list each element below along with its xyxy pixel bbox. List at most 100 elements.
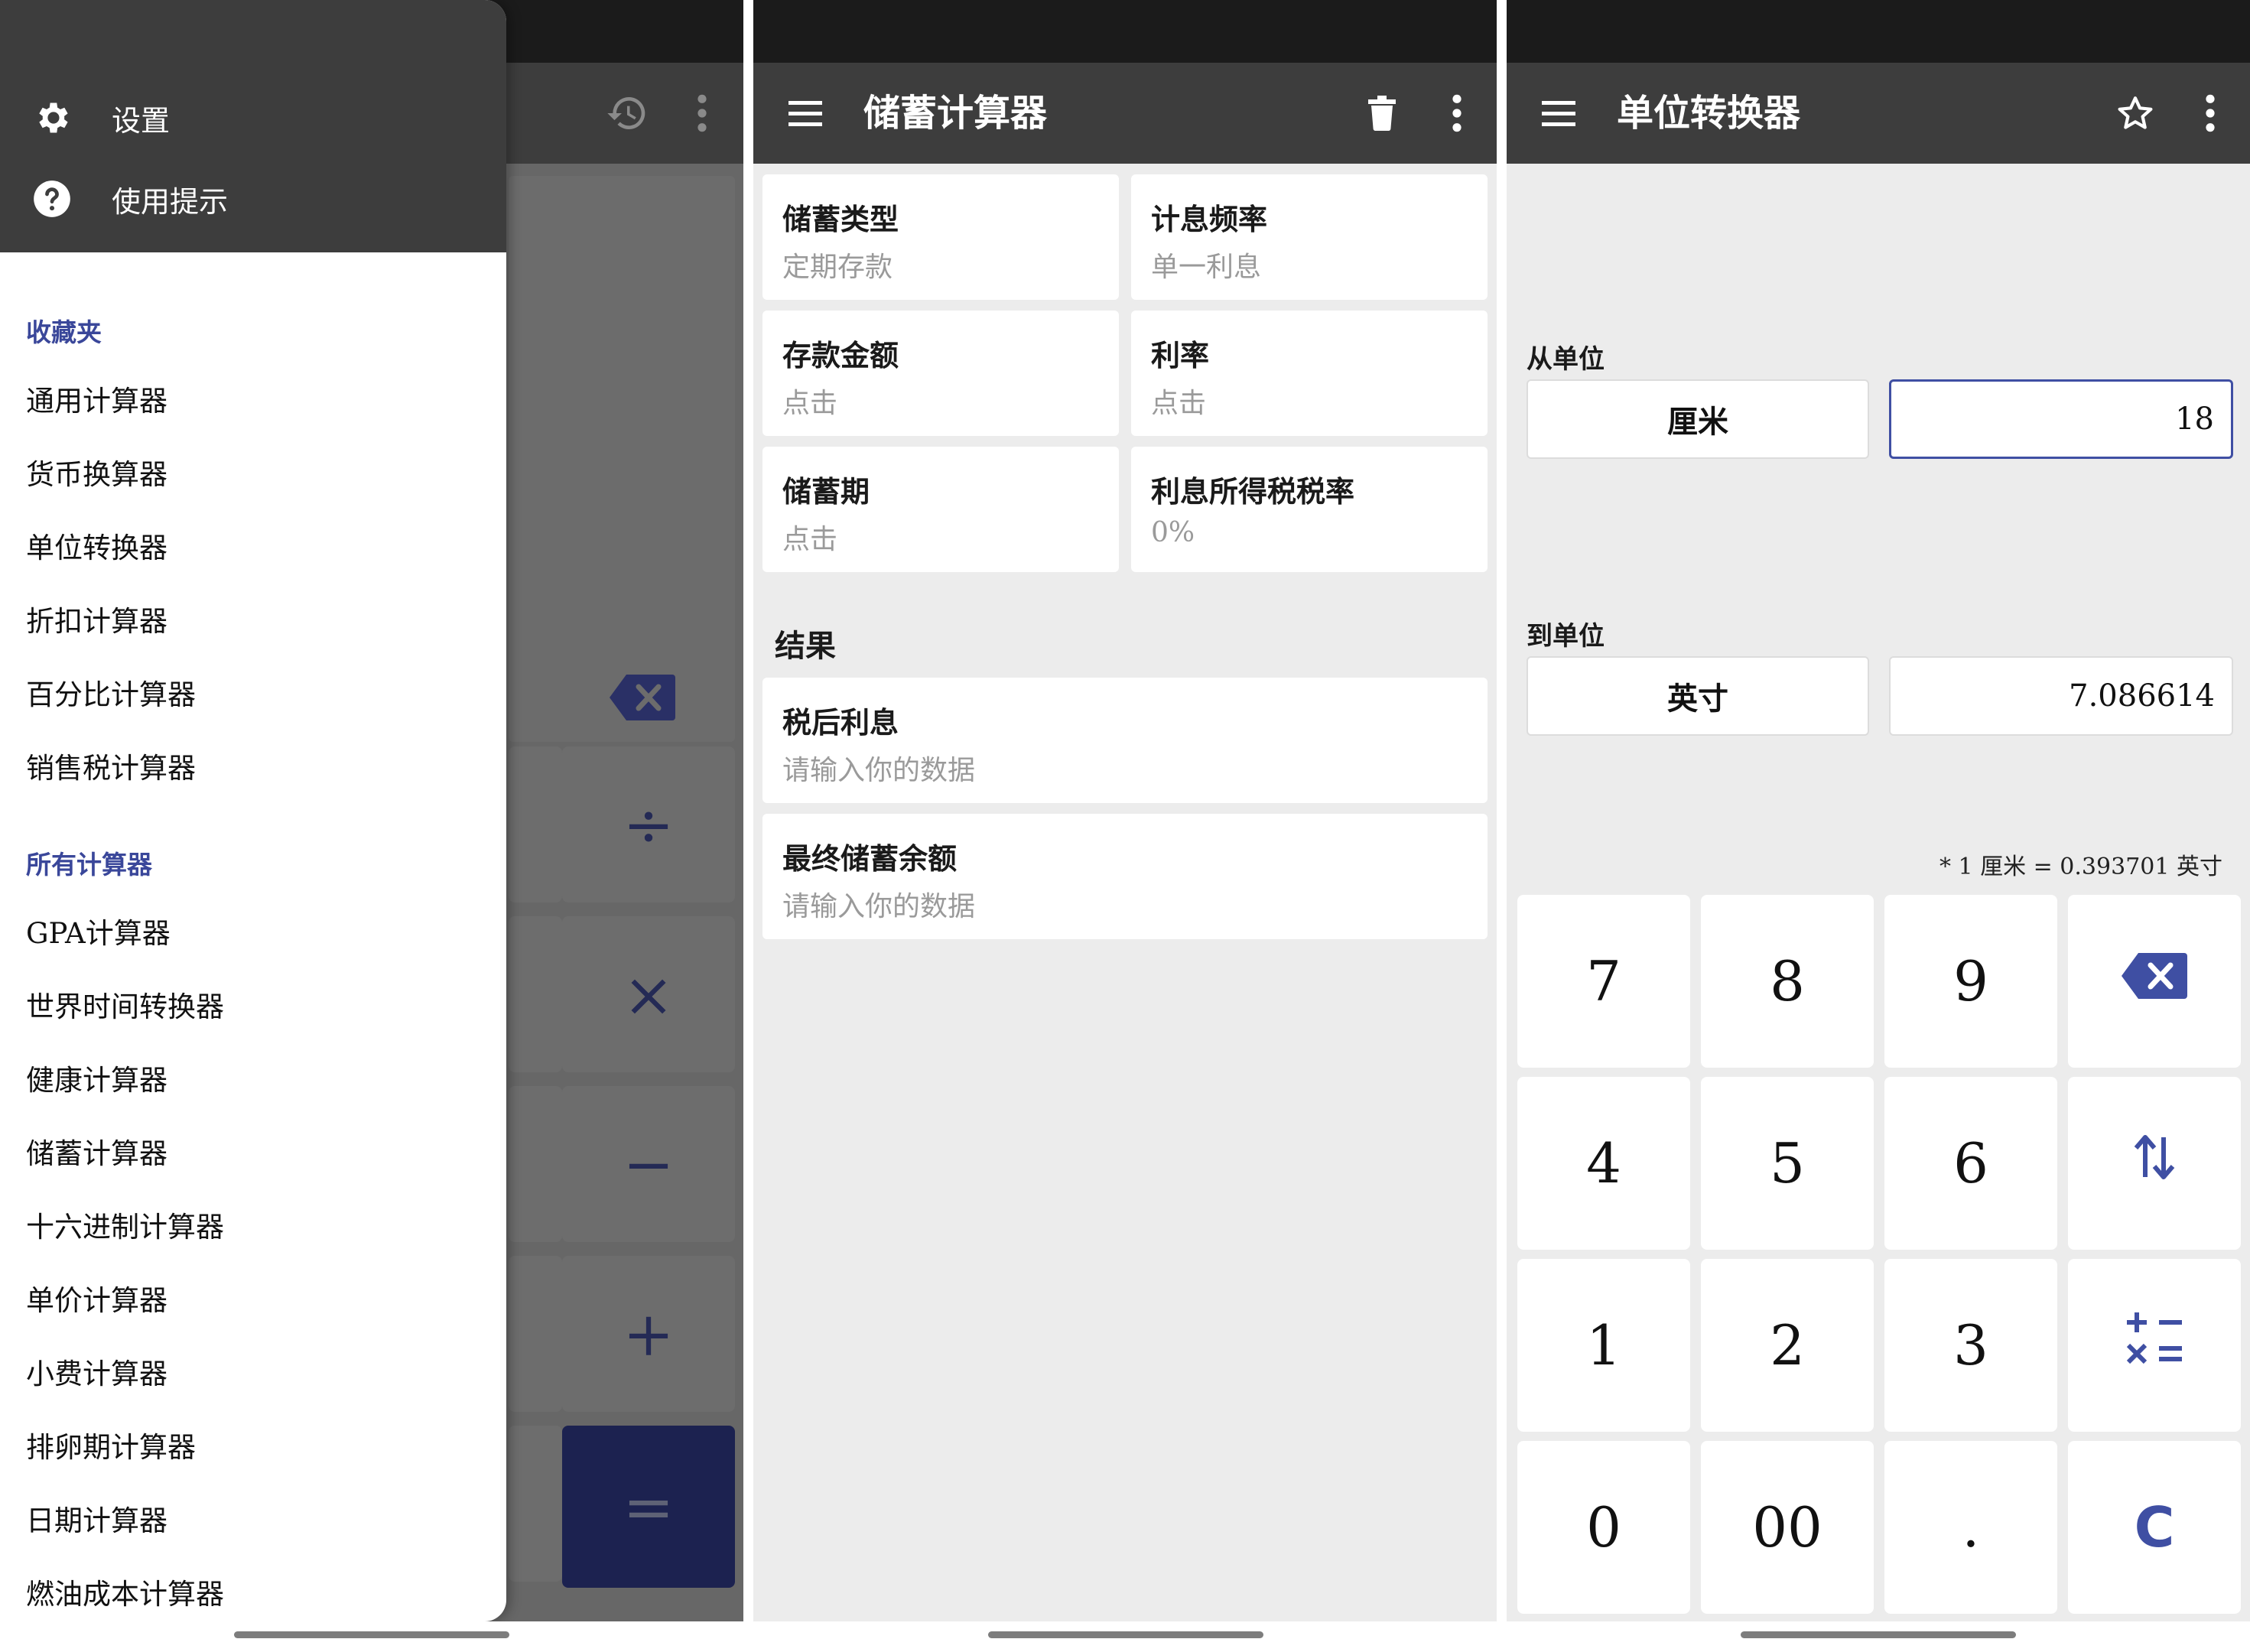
menu-icon[interactable] — [767, 63, 844, 164]
deposit-amount-card[interactable]: 存款金额 点击 — [762, 311, 1119, 436]
drawer-item-fuel-cost-calculator[interactable]: 燃油成本计算器 — [26, 1571, 224, 1612]
key-0[interactable]: 0 — [1517, 1441, 1690, 1614]
drawer-item-savings-calculator[interactable]: 储蓄计算器 — [26, 1130, 167, 1172]
swap-units-key[interactable] — [2068, 1077, 2241, 1250]
card-value: 定期存款 — [782, 252, 893, 283]
to-value-output[interactable]: 7.086614 — [1889, 656, 2233, 736]
card-value: 点击 — [782, 388, 838, 419]
backspace-icon — [2120, 949, 2189, 1013]
card-label: 税后利息 — [782, 705, 899, 740]
drawer-settings-label: 设置 — [112, 103, 171, 138]
key-3[interactable]: 3 — [1884, 1259, 2057, 1432]
star-outline-icon[interactable] — [2097, 63, 2174, 164]
clear-key[interactable]: C — [2068, 1441, 2241, 1614]
drawer-item-ovulation-calculator[interactable]: 排卵期计算器 — [26, 1424, 196, 1465]
page-title: 单位转换器 — [1617, 92, 1801, 135]
key-9[interactable]: 9 — [1884, 895, 2057, 1068]
card-label: 计息频率 — [1151, 202, 1268, 236]
interest-frequency-card[interactable]: 计息频率 单一利息 — [1131, 174, 1488, 300]
key-4[interactable]: 4 — [1517, 1077, 1690, 1250]
drawer-item-gpa-calculator[interactable]: GPA计算器 — [26, 910, 171, 951]
bg-key — [509, 916, 562, 1072]
interest-tax-rate-card[interactable]: 利息所得税税率 0% — [1131, 447, 1488, 572]
status-bar — [753, 0, 1497, 63]
calculator-display — [509, 176, 735, 742]
drawer-item-discount-calculator[interactable]: 折扣计算器 — [26, 598, 167, 639]
home-indicator[interactable] — [1741, 1631, 2016, 1638]
to-unit-label: 到单位 — [1527, 621, 1605, 652]
drawer-help-item[interactable]: 使用提示 — [0, 161, 506, 237]
conversion-note: * 1 厘米 = 0.393701 英寸 — [1939, 854, 2222, 880]
key-1[interactable]: 1 — [1517, 1259, 1690, 1432]
drawer-item-world-time-converter[interactable]: 世界时间转换器 — [26, 984, 224, 1025]
card-value: 点击 — [782, 524, 838, 555]
app-bar: 单位转换器 — [1507, 63, 2250, 164]
history-icon[interactable] — [589, 63, 665, 164]
from-value-input[interactable]: 18 — [1889, 379, 2233, 459]
key-7[interactable]: 7 — [1517, 895, 1690, 1068]
status-bar — [1507, 0, 2250, 63]
drawer-settings-item[interactable]: 设置 — [0, 80, 506, 156]
drawer-item-date-calculator[interactable]: 日期计算器 — [26, 1498, 167, 1539]
results-title: 结果 — [775, 628, 836, 664]
key-00[interactable]: 00 — [1701, 1441, 1874, 1614]
drawer-item-health-calculator[interactable]: 健康计算器 — [26, 1057, 167, 1098]
more-vert-icon[interactable] — [1419, 63, 1495, 164]
card-label: 存款金额 — [782, 338, 899, 372]
card-label: 储蓄类型 — [782, 202, 899, 236]
unit-converter-screen: 单位转换器 从单位 厘米 18 到单位 英寸 7.086614 * 1 厘米 =… — [1507, 0, 2250, 1652]
interest-rate-card[interactable]: 利率 点击 — [1131, 311, 1488, 436]
card-label: 利率 — [1151, 338, 1210, 372]
drawer-item-unit-price-calculator[interactable]: 单价计算器 — [26, 1277, 167, 1319]
app-bar: 储蓄计算器 — [753, 63, 1497, 164]
card-label: 利息所得税税率 — [1151, 474, 1355, 509]
all-calculators-section-title: 所有计算器 — [26, 850, 152, 880]
bg-key — [509, 1256, 562, 1412]
calculator-icon — [2124, 1310, 2185, 1381]
delete-icon[interactable] — [1344, 63, 1420, 164]
bg-key — [509, 1086, 562, 1242]
page-title: 储蓄计算器 — [863, 92, 1048, 135]
savings-type-card[interactable]: 储蓄类型 定期存款 — [762, 174, 1119, 300]
key-8[interactable]: 8 — [1701, 895, 1874, 1068]
bg-key — [509, 746, 562, 902]
key-5[interactable]: 5 — [1701, 1077, 1874, 1250]
home-indicator[interactable] — [234, 1631, 509, 1638]
more-vert-icon[interactable] — [2172, 63, 2248, 164]
drawer-help-label: 使用提示 — [112, 184, 229, 219]
drawer-item-percentage-calculator[interactable]: 百分比计算器 — [26, 672, 196, 713]
backspace-icon[interactable] — [608, 673, 677, 725]
menu-icon[interactable] — [1520, 63, 1597, 164]
drawer-item-sales-tax-calculator[interactable]: 销售税计算器 — [26, 745, 196, 786]
key-2[interactable]: 2 — [1701, 1259, 1874, 1432]
final-balance-card: 最终储蓄余额 请输入你的数据 — [762, 814, 1488, 939]
key-decimal[interactable]: . — [1884, 1441, 2057, 1614]
drawer-item-currency-converter[interactable]: 货币换算器 — [26, 451, 167, 493]
more-vert-icon[interactable] — [664, 63, 740, 164]
favorites-section-title: 收藏夹 — [26, 317, 102, 347]
savings-calculator-screen: 储蓄计算器 储蓄类型 定期存款 计息频率 单一利息 存款金额 点击 利率 点击 … — [753, 0, 1497, 1652]
drawer-item-unit-converter[interactable]: 单位转换器 — [26, 525, 167, 566]
calculator-key[interactable] — [2068, 1259, 2241, 1432]
drawer-item-hex-calculator[interactable]: 十六进制计算器 — [26, 1204, 224, 1245]
navigation-drawer-screen: ÷ × − + = 设置 使用提示 收藏夹 通用计算器 货币换算器 单位转换器 … — [0, 0, 743, 1652]
home-indicator[interactable] — [988, 1631, 1263, 1638]
multiply-key[interactable]: × — [562, 916, 735, 1072]
drawer-item-tip-calculator[interactable]: 小费计算器 — [26, 1351, 167, 1392]
drawer-item-general-calculator[interactable]: 通用计算器 — [26, 378, 167, 419]
after-tax-interest-card: 税后利息 请输入你的数据 — [762, 678, 1488, 803]
plus-key[interactable]: + — [562, 1256, 735, 1412]
from-unit-selector[interactable]: 厘米 — [1527, 379, 1869, 459]
divide-key[interactable]: ÷ — [562, 746, 735, 902]
to-unit-selector[interactable]: 英寸 — [1527, 656, 1869, 736]
minus-key[interactable]: − — [562, 1086, 735, 1242]
card-value: 请输入你的数据 — [782, 891, 976, 922]
backspace-key[interactable] — [2068, 895, 2241, 1068]
key-6[interactable]: 6 — [1884, 1077, 2057, 1250]
equals-key[interactable]: = — [562, 1426, 735, 1588]
gear-icon — [31, 96, 73, 139]
bg-key — [509, 1426, 562, 1582]
card-value: 0% — [1151, 517, 1195, 548]
help-circle-icon — [31, 177, 73, 220]
savings-period-card[interactable]: 储蓄期 点击 — [762, 447, 1119, 572]
